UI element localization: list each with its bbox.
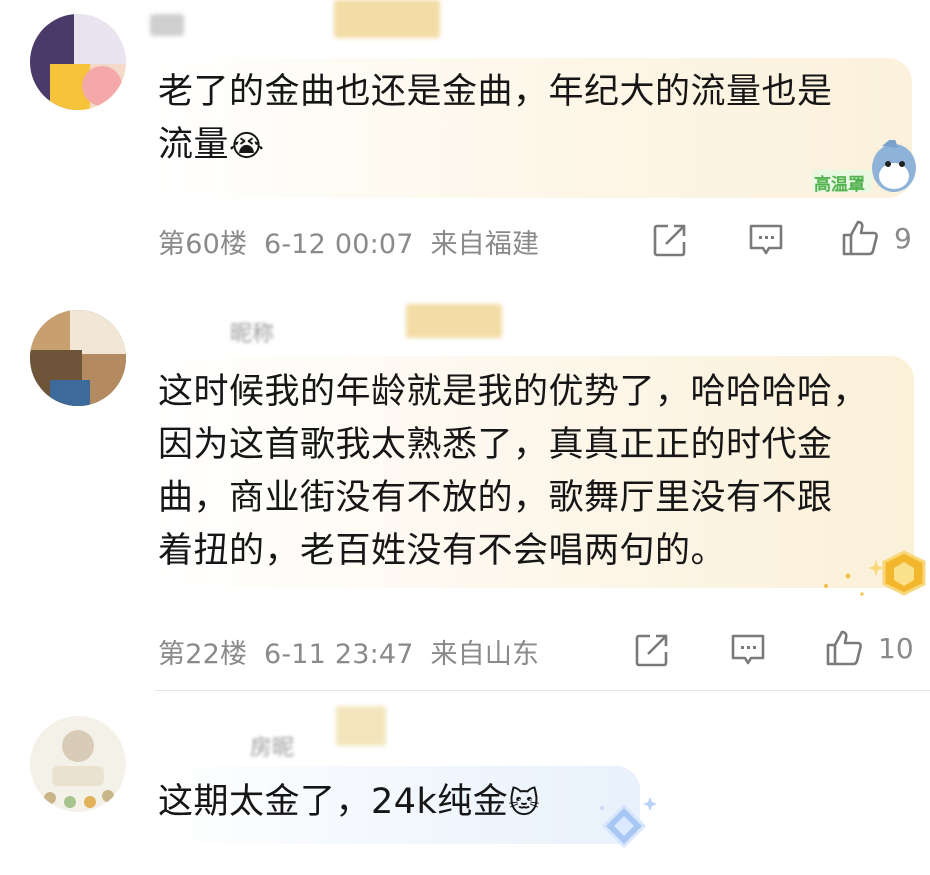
comment-text-line: 这期太金了，24k纯金🐱 [158, 776, 540, 830]
timestamp: 6-11 23:47 [263, 639, 414, 670]
comment-icon [731, 634, 765, 665]
comment-text: 老了的金曲也还是金曲，年纪大的流量也是 流量😭 [158, 66, 833, 173]
share-icon [635, 634, 668, 667]
comment-text-line: 老了的金曲也还是金曲，年纪大的流量也是 [158, 72, 833, 112]
avatar-image [30, 716, 126, 812]
username-badge-blurred [406, 304, 502, 338]
comment-text-line: 因为这首歌我太熟悉了，真真正正的时代金 [158, 425, 833, 465]
crying-emoji-icon: 😭 [229, 129, 265, 164]
share-button[interactable] [648, 218, 692, 262]
thumbs-up-icon [826, 630, 862, 666]
comment-text-line: 这时候我的年龄就是我的优势了，哈哈哈哈， [158, 372, 869, 412]
timestamp: 6-12 00:07 [263, 229, 414, 260]
cat-emoji-icon: 🐱 [508, 786, 541, 821]
avatar[interactable] [30, 310, 126, 406]
comment-text-line: 曲，商业街没有不放的，歌舞厅里没有不跟 [158, 478, 833, 518]
comment-text: 这期太金了，24k纯金🐱 [158, 776, 540, 830]
comment-text: 这时候我的年龄就是我的优势了，哈哈哈哈， 因为这首歌我太熟悉了，真真正正的时代金… [158, 366, 868, 578]
blue-diamond-icon [594, 796, 658, 856]
like-button[interactable] [822, 626, 866, 670]
shark-sticker-icon: 高温罩 [812, 136, 916, 196]
share-button[interactable] [630, 628, 674, 672]
avatar-image [30, 14, 126, 110]
avatar-image [30, 310, 126, 406]
like-count: 10 [878, 632, 914, 665]
like-count: 9 [894, 222, 912, 255]
share-icon [653, 224, 686, 257]
avatar[interactable] [30, 716, 126, 812]
reply-button[interactable] [744, 218, 788, 262]
ip-location: 来自山东 [430, 639, 540, 670]
username-badge-blurred [336, 706, 386, 746]
comment-meta: 第22楼 6-11 23:47 来自山东 [158, 632, 539, 671]
floor-number: 第22楼 [158, 639, 248, 670]
avatar[interactable] [30, 14, 126, 110]
comment-text-part: 这期太金了，24k纯金 [158, 782, 509, 822]
ip-location: 来自福建 [430, 229, 540, 260]
like-button[interactable] [838, 216, 882, 260]
divider [155, 690, 930, 691]
floor-number: 第60楼 [158, 229, 248, 260]
comment-text-part: 流量 [158, 125, 230, 165]
username[interactable]: 房昵 [250, 730, 294, 762]
comment-icon [749, 224, 783, 255]
reply-button[interactable] [726, 628, 770, 672]
thumbs-up-icon [842, 220, 878, 256]
comment-text-line: 流量😭 [158, 119, 833, 173]
username[interactable]: 昵称 [230, 316, 274, 348]
comment-text-line: 着扭的，老百姓没有不会唱两句的。 [158, 531, 727, 571]
username-blurred[interactable] [150, 14, 184, 36]
gold-badge-icon [818, 546, 930, 602]
username-badge-blurred [334, 0, 440, 38]
sticker-label: 高温罩 [814, 175, 865, 195]
comment-meta: 第60楼 6-12 00:07 来自福建 [158, 222, 539, 261]
